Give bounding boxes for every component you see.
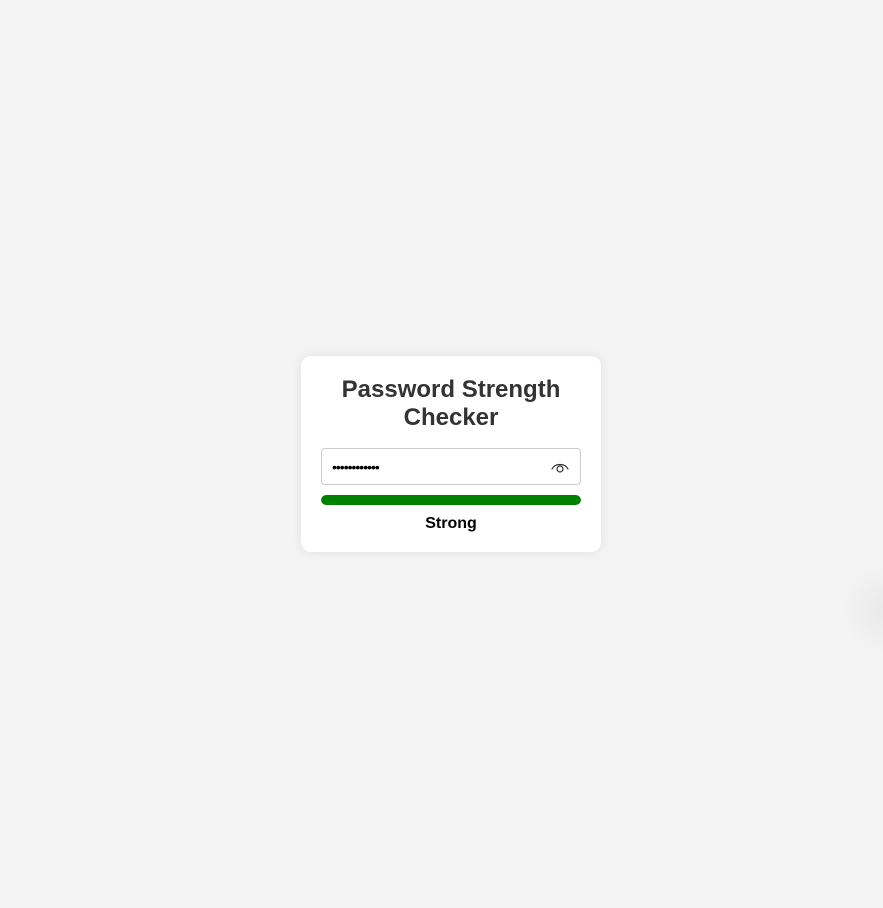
password-checker-card: Password Strength Checker Strong [301,356,601,552]
password-input[interactable] [321,448,581,485]
strength-label: Strong [425,515,477,532]
edge-glow [845,563,883,657]
strength-meter [321,495,581,505]
page-title: Password Strength Checker [341,376,561,431]
page: Password Strength Checker Strong [0,0,883,908]
eye-icon[interactable] [550,458,570,475]
strength-meter-fill [321,495,581,505]
password-input-wrapper [321,448,581,485]
